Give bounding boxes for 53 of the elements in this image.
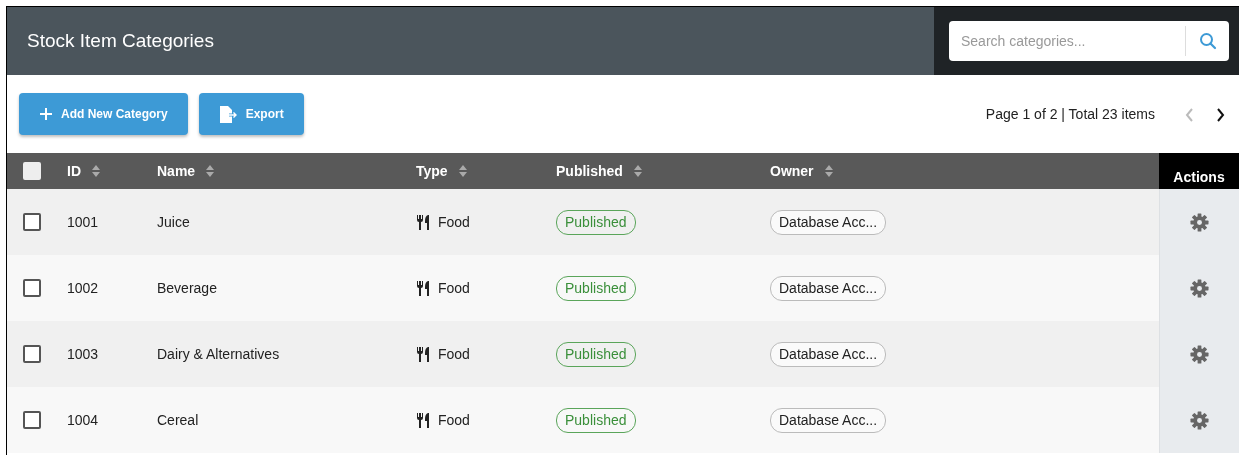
search-field[interactable]: Search categories... [949, 21, 1229, 61]
owner-badge: Database Acc... [770, 275, 887, 301]
type-label: Food [438, 410, 470, 430]
owner-badge: Database Acc... [770, 209, 887, 235]
owner-badge: Database Acc... [770, 407, 887, 433]
chevron-right-icon [1216, 107, 1225, 122]
sort-icon [823, 164, 834, 178]
settings-button[interactable] [1190, 342, 1209, 366]
fork-knife-icon [416, 346, 430, 362]
sort-icon [632, 164, 643, 178]
row-checkbox[interactable] [23, 279, 41, 297]
fork-knife-icon [416, 214, 430, 230]
published-badge: Published [556, 209, 636, 235]
pagination-text: Page 1 of 2 | Total 23 items [985, 104, 1155, 124]
row-checkbox[interactable] [23, 345, 41, 363]
settings-button[interactable] [1190, 276, 1209, 300]
sort-icon [205, 164, 216, 178]
id-cell-text: 1002 [67, 278, 99, 298]
id-cell-text: 1001 [67, 212, 99, 232]
sort-icon [457, 164, 468, 178]
settings-button[interactable] [1190, 408, 1209, 432]
published-badge: Published [556, 341, 636, 367]
search-icon [1198, 32, 1217, 50]
fork-knife-icon [416, 280, 430, 296]
owner-badge: Database Acc... [770, 341, 887, 367]
plus-icon [39, 107, 53, 121]
file-export-icon [218, 105, 238, 123]
name-cell-text: Dairy & Alternatives [157, 344, 280, 364]
settings-icon [1190, 213, 1209, 233]
published-badge: Published [556, 407, 636, 433]
published-badge: Published [556, 275, 636, 301]
settings-button[interactable] [1190, 210, 1209, 234]
name-cell-text: Cereal [157, 410, 199, 430]
sortable-column-header[interactable]: Owner [770, 160, 834, 182]
fork-knife-icon [416, 412, 430, 428]
id-cell-text: 1004 [67, 410, 99, 430]
sortable-column-header[interactable]: Name [157, 160, 216, 182]
row-checkbox[interactable] [23, 213, 41, 231]
chevron-left-icon [1185, 107, 1194, 122]
name-cell-text: Beverage [157, 278, 217, 298]
row-checkbox[interactable] [23, 411, 41, 429]
id-cell-text: 1003 [67, 344, 99, 364]
type-label: Food [438, 278, 470, 298]
sort-icon [91, 164, 101, 178]
type-label: Food [438, 344, 470, 364]
select-all-checkbox[interactable] [23, 162, 41, 180]
column-header: Actions [1173, 168, 1225, 187]
settings-icon [1190, 345, 1209, 365]
settings-icon [1190, 411, 1209, 431]
settings-icon [1190, 279, 1209, 299]
type-label: Food [438, 212, 470, 232]
name-cell-text: Juice [157, 212, 190, 232]
page-title: Stock Item Categories [27, 28, 214, 53]
